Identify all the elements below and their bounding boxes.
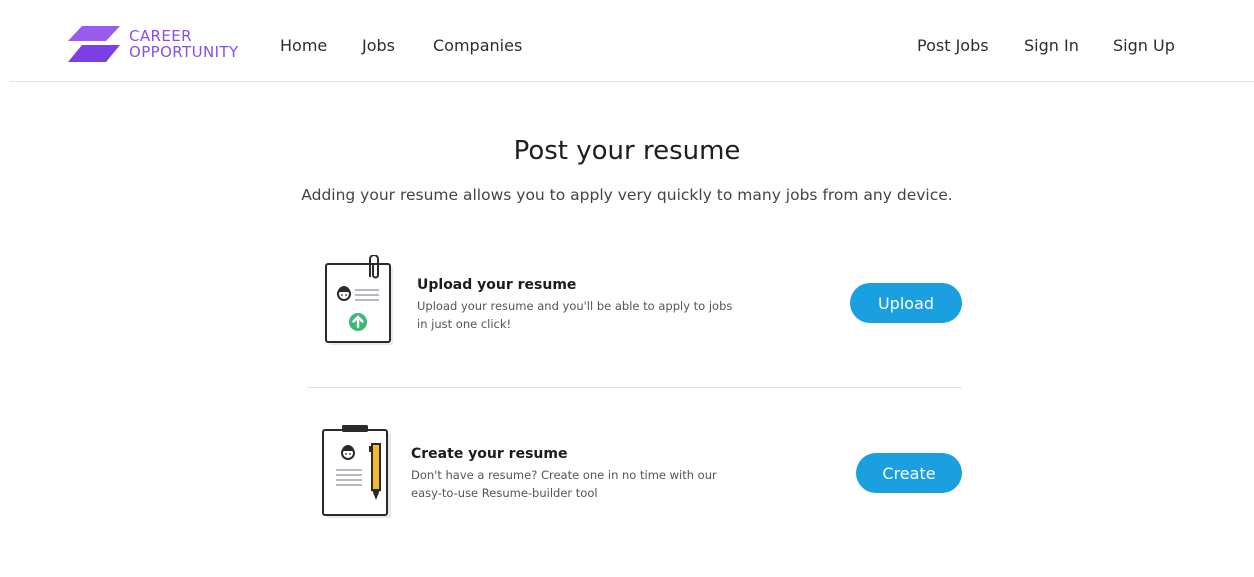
resume-upload-icon bbox=[322, 254, 396, 351]
upload-button[interactable]: Upload bbox=[850, 283, 962, 323]
nav-sign-in[interactable]: Sign In bbox=[1024, 36, 1079, 55]
nav-companies[interactable]: Companies bbox=[433, 36, 522, 55]
logo-text-line1: CAREER bbox=[129, 27, 192, 45]
page-title: Post your resume bbox=[513, 136, 741, 166]
create-desc-line1: Don't have a resume? Create one in no ti… bbox=[411, 468, 717, 482]
logo-text-line2: OPPORTUNITY bbox=[129, 43, 239, 61]
nav-jobs[interactable]: Jobs bbox=[362, 36, 395, 55]
create-description: Don't have a resume? Create one in no ti… bbox=[411, 466, 741, 502]
create-title: Create your resume bbox=[411, 446, 568, 462]
logo-icon bbox=[68, 26, 120, 62]
upload-desc-line2: in just one click! bbox=[417, 317, 512, 331]
create-button[interactable]: Create bbox=[856, 453, 962, 493]
upload-title: Upload your resume bbox=[417, 277, 577, 293]
page-subtitle: Adding your resume allows you to apply v… bbox=[301, 186, 953, 204]
upload-desc-line1: Upload your resume and you'll be able to… bbox=[417, 299, 733, 313]
nav-sign-up[interactable]: Sign Up bbox=[1113, 36, 1175, 55]
nav-post-jobs[interactable]: Post Jobs bbox=[917, 36, 989, 55]
nav-home[interactable]: Home bbox=[280, 36, 327, 55]
navbar: CAREER OPPORTUNITY Home Jobs Companies P… bbox=[10, 0, 1254, 82]
create-desc-line2: easy-to-use Resume-builder tool bbox=[411, 486, 598, 500]
logo-text: CAREER OPPORTUNITY bbox=[129, 28, 239, 60]
logo[interactable]: CAREER OPPORTUNITY bbox=[68, 24, 239, 64]
upload-description: Upload your resume and you'll be able to… bbox=[417, 297, 747, 333]
divider bbox=[307, 387, 962, 388]
resume-builder-icon bbox=[320, 424, 396, 524]
